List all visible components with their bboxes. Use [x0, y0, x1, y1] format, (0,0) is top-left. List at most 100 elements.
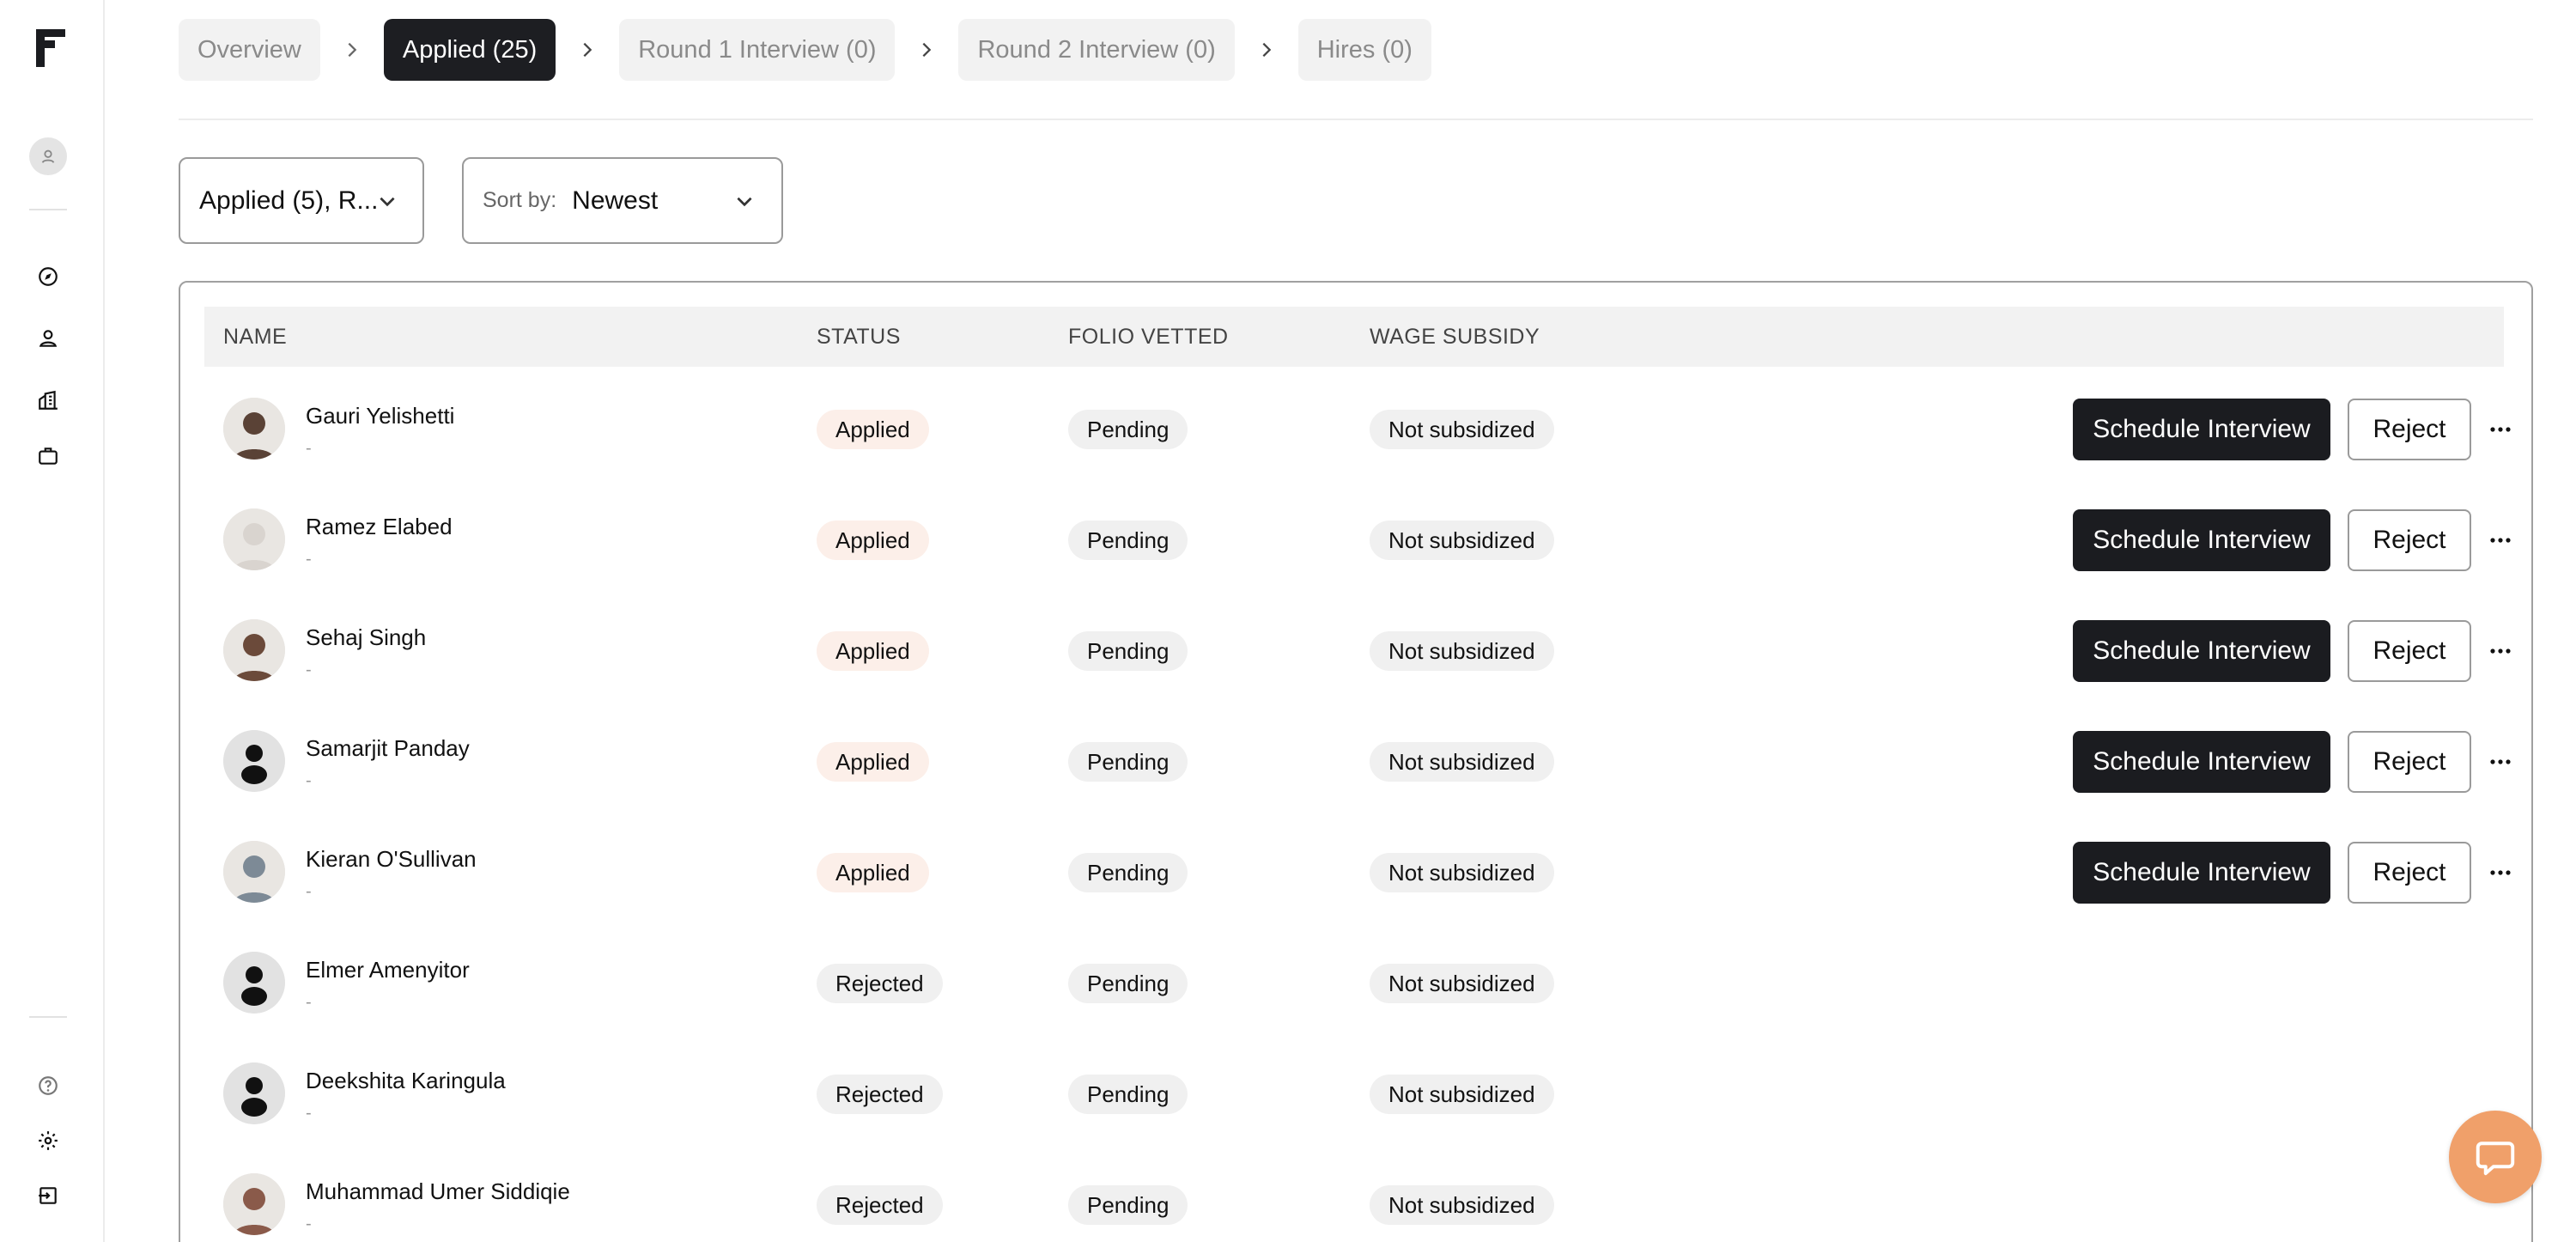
table-row[interactable]: Samarjit Panday - Applied Pending Not subsid… [204, 699, 2511, 810]
status-badge: Applied [817, 853, 929, 892]
column-header-status[interactable]: STATUS [817, 307, 901, 367]
wage-subsidy-badge: Not subsidized [1370, 521, 1554, 560]
compass-icon[interactable] [31, 259, 65, 294]
pipeline-stages: Overview Applied (25) Round 1 Interview … [179, 19, 1431, 81]
applicant-subtitle: - [306, 1215, 312, 1233]
applicant-name[interactable]: Ramez Elabed [306, 514, 453, 540]
stage-tab-overview[interactable]: Overview [179, 19, 320, 81]
avatar [223, 1173, 285, 1235]
chevron-right-icon [895, 40, 958, 59]
applicant-name[interactable]: Kieran O'Sullivan [306, 846, 477, 873]
applicant-subtitle: - [306, 550, 312, 569]
reject-button[interactable]: Reject [2348, 842, 2471, 904]
wage-subsidy-badge: Not subsidized [1370, 1075, 1554, 1114]
help-circle-icon[interactable] [31, 1068, 65, 1103]
applicants-table: NAME STATUS FOLIO VETTED WAGE SUBSIDY Ga… [179, 281, 2533, 1242]
table-row[interactable]: Gauri Yelishetti - Applied Pending Not subsi… [204, 367, 2511, 478]
stage-tab-applied[interactable]: Applied (25) [383, 19, 556, 81]
status-badge: Rejected [817, 964, 943, 1003]
applicant-subtitle: - [306, 661, 312, 679]
folio-vetted-badge: Pending [1068, 853, 1188, 892]
table-row[interactable]: Elmer Amenyitor - Rejected Pending Not subsi… [204, 921, 2504, 1032]
chevron-down-icon [380, 197, 395, 207]
chevron-right-icon [1235, 40, 1298, 59]
applicant-subtitle: - [306, 771, 312, 790]
buildings-icon[interactable] [31, 383, 65, 417]
avatar [223, 952, 285, 1014]
more-options-icon[interactable] [2485, 527, 2516, 554]
applicant-name[interactable]: Samarjit Panday [306, 735, 470, 762]
column-header-wage[interactable]: WAGE SUBSIDY [1370, 307, 1540, 367]
table-header: NAME STATUS FOLIO VETTED WAGE SUBSIDY [204, 307, 2504, 367]
table-row[interactable]: Ramez Elabed - Applied Pending Not subsidize… [204, 478, 2511, 588]
folio-vetted-badge: Pending [1068, 964, 1188, 1003]
wage-subsidy-badge: Not subsidized [1370, 853, 1554, 892]
gear-icon[interactable] [31, 1123, 65, 1158]
column-header-name[interactable]: NAME [223, 307, 287, 367]
applicant-name[interactable]: Deekshita Karingula [306, 1068, 506, 1094]
table-row[interactable]: Kieran O'Sullivan - Applied Pending Not subs… [204, 810, 2511, 921]
more-options-icon[interactable] [2485, 748, 2516, 776]
table-row[interactable]: Sehaj Singh - Applied Pending Not subsidized… [204, 588, 2511, 699]
avatar [223, 619, 285, 681]
more-options-icon[interactable] [2485, 637, 2516, 665]
logout-icon[interactable] [31, 1178, 65, 1213]
briefcase-icon[interactable] [31, 439, 65, 473]
status-badge: Rejected [817, 1075, 943, 1114]
more-options-icon[interactable] [2485, 859, 2516, 886]
sort-dropdown[interactable]: Sort by: Newest [462, 157, 783, 244]
applicant-subtitle: - [306, 439, 312, 458]
wage-subsidy-badge: Not subsidized [1370, 410, 1554, 449]
table-row[interactable]: Muhammad Umer Siddiqie - Rejected Pending No… [204, 1142, 2504, 1242]
folio-vetted-badge: Pending [1068, 521, 1188, 560]
wage-subsidy-badge: Not subsidized [1370, 742, 1554, 782]
reject-button[interactable]: Reject [2348, 509, 2471, 571]
folio-vetted-badge: Pending [1068, 1185, 1188, 1225]
folio-vetted-badge: Pending [1068, 631, 1188, 671]
more-options-icon[interactable] [2485, 416, 2516, 443]
avatar [223, 730, 285, 792]
folio-vetted-badge: Pending [1068, 410, 1188, 449]
brand-logo[interactable] [33, 26, 67, 70]
applicant-name[interactable]: Sehaj Singh [306, 624, 426, 651]
stage-tab-round2[interactable]: Round 2 Interview (0) [958, 19, 1235, 81]
reject-button[interactable]: Reject [2348, 399, 2471, 460]
wage-subsidy-badge: Not subsidized [1370, 964, 1554, 1003]
applicant-subtitle: - [306, 882, 312, 901]
status-filter-value: Applied (5), R... [199, 186, 379, 215]
sort-value: Newest [572, 186, 659, 215]
sidebar-divider-bottom [29, 1016, 67, 1018]
folio-vetted-badge: Pending [1068, 1075, 1188, 1114]
schedule-interview-button[interactable]: Schedule Interview [2073, 620, 2330, 682]
user-avatar-icon[interactable] [29, 137, 67, 175]
sidebar [0, 0, 105, 1242]
avatar [223, 841, 285, 903]
avatar [223, 508, 285, 570]
applicant-name[interactable]: Elmer Amenyitor [306, 957, 470, 983]
status-badge: Applied [817, 631, 929, 671]
chat-bubble-icon[interactable] [2449, 1111, 2542, 1203]
sidebar-divider [29, 209, 67, 210]
schedule-interview-button[interactable]: Schedule Interview [2073, 509, 2330, 571]
person-icon[interactable] [31, 321, 65, 356]
applicant-name[interactable]: Gauri Yelishetti [306, 403, 454, 429]
status-filter-dropdown[interactable]: Applied (5), R... [179, 157, 424, 244]
applicant-subtitle: - [306, 1104, 312, 1123]
stage-tab-hires[interactable]: Hires (0) [1297, 19, 1431, 81]
stage-tab-round1[interactable]: Round 1 Interview (0) [619, 19, 896, 81]
status-badge: Applied [817, 410, 929, 449]
schedule-interview-button[interactable]: Schedule Interview [2073, 731, 2330, 793]
applicant-subtitle: - [306, 993, 312, 1012]
schedule-interview-button[interactable]: Schedule Interview [2073, 399, 2330, 460]
table-row[interactable]: Deekshita Karingula - Rejected Pending Not s… [204, 1032, 2504, 1142]
applicant-name[interactable]: Muhammad Umer Siddiqie [306, 1178, 570, 1205]
wage-subsidy-badge: Not subsidized [1370, 631, 1554, 671]
schedule-interview-button[interactable]: Schedule Interview [2073, 842, 2330, 904]
reject-button[interactable]: Reject [2348, 731, 2471, 793]
column-header-folio[interactable]: FOLIO VETTED [1068, 307, 1229, 367]
status-badge: Applied [817, 742, 929, 782]
reject-button[interactable]: Reject [2348, 620, 2471, 682]
status-badge: Rejected [817, 1185, 943, 1225]
folio-vetted-badge: Pending [1068, 742, 1188, 782]
chevron-down-icon [737, 197, 752, 207]
